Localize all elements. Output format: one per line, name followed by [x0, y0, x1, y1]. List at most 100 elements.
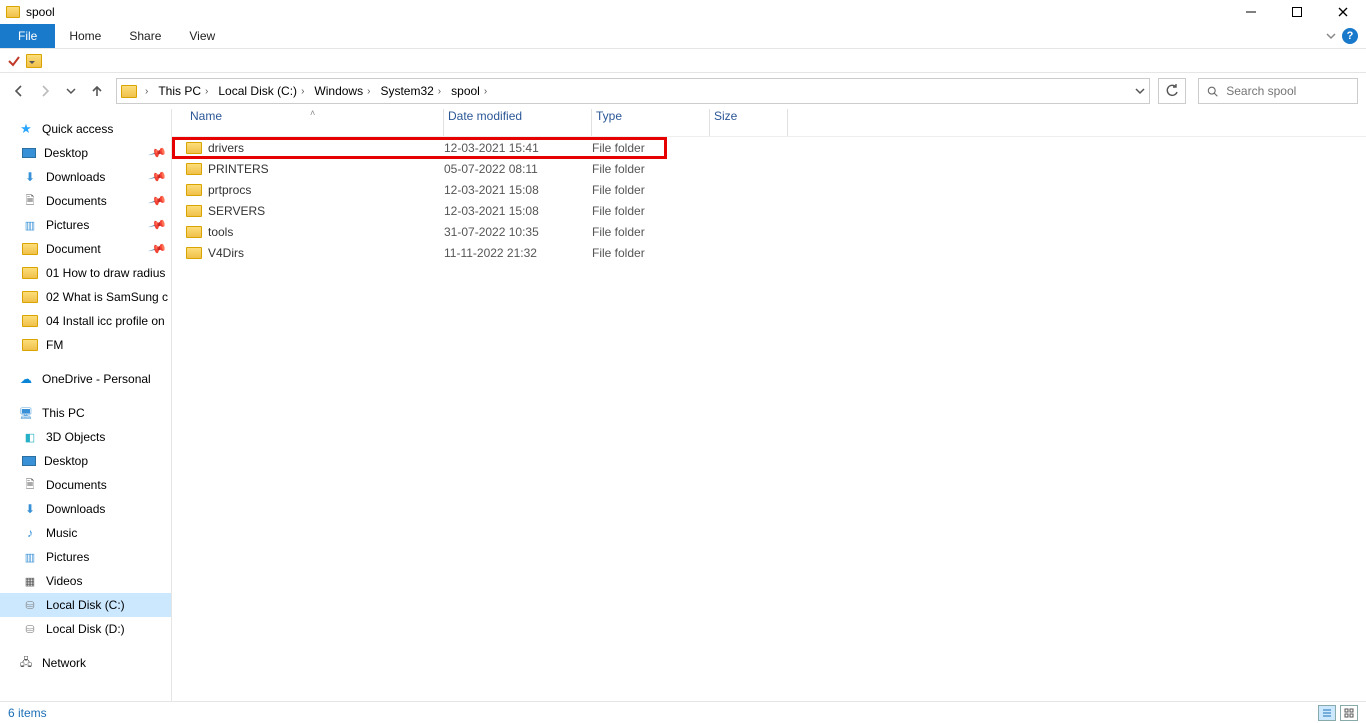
- sidebar-quick-access[interactable]: ★Quick access: [0, 117, 171, 141]
- list-item[interactable]: drivers12-03-2021 15:41File folder: [172, 137, 1366, 158]
- column-header-name[interactable]: Name ˄: [186, 109, 444, 136]
- list-item[interactable]: PRINTERS05-07-2022 08:11File folder: [172, 158, 1366, 179]
- sidebar-item-3d-objects[interactable]: 3D Objects: [0, 425, 171, 449]
- ribbon-collapse-icon[interactable]: [1326, 31, 1336, 41]
- breadcrumb-item[interactable]: Windows›: [312, 82, 374, 100]
- folder-icon: [186, 142, 202, 154]
- file-list: Name ˄ Date modified Type Size drivers 12…: [172, 109, 1366, 701]
- folder-icon: [186, 205, 202, 217]
- sidebar-this-pc[interactable]: This PC: [0, 401, 171, 425]
- sidebar-item-documents[interactable]: Documents📌: [0, 189, 171, 213]
- folder-icon: [186, 184, 202, 196]
- close-button[interactable]: [1320, 0, 1366, 24]
- breadcrumb-item[interactable]: Local Disk (C:)›: [216, 82, 308, 100]
- maximize-button[interactable]: [1274, 0, 1320, 24]
- breadcrumb-item[interactable]: spool›: [449, 82, 491, 100]
- column-headers: Name ˄ Date modified Type Size: [172, 109, 1366, 137]
- column-header-date[interactable]: Date modified: [444, 109, 592, 136]
- item-date: 11-11-2022 21:32: [444, 246, 592, 260]
- cloud-icon: [18, 372, 34, 386]
- objects-3d-icon: [22, 430, 38, 444]
- ribbon-tab-share[interactable]: Share: [115, 24, 175, 48]
- nav-forward-button[interactable]: [34, 76, 56, 106]
- item-type: File folder: [592, 162, 710, 176]
- item-name: SERVERS: [208, 204, 265, 218]
- nav-recent-dropdown[interactable]: [60, 76, 82, 106]
- sidebar-item-recent[interactable]: 04 Install icc profile on: [0, 309, 171, 333]
- sidebar-network[interactable]: Network: [0, 651, 171, 675]
- qat-properties-icon[interactable]: [6, 53, 22, 69]
- sidebar-item-local-disk-d[interactable]: Local Disk (D:): [0, 617, 171, 641]
- item-date: 12-03-2021 15:08: [444, 183, 592, 197]
- list-item[interactable]: tools31-07-2022 10:35File folder: [172, 221, 1366, 242]
- sidebar-item-recent[interactable]: 01 How to draw radius: [0, 261, 171, 285]
- qat-newfolder-icon[interactable]: [26, 54, 42, 68]
- navigation-pane: ★Quick access Desktop📌 Downloads📌 Docume…: [0, 109, 172, 701]
- item-date: 12-03-2021 15:41: [444, 141, 592, 155]
- item-type: File folder: [592, 225, 710, 239]
- sidebar-onedrive[interactable]: OneDrive - Personal: [0, 367, 171, 391]
- sidebar-item-music[interactable]: Music: [0, 521, 171, 545]
- sidebar-item-document-folder[interactable]: Document📌: [0, 237, 171, 261]
- breadcrumb-item[interactable]: This PC›: [156, 82, 212, 100]
- breadcrumb-root-chevron[interactable]: ›: [141, 84, 152, 99]
- help-icon[interactable]: ?: [1342, 28, 1358, 44]
- sidebar-item-downloads[interactable]: Downloads: [0, 497, 171, 521]
- folder-icon: [186, 226, 202, 238]
- search-box[interactable]: [1198, 78, 1358, 104]
- list-item[interactable]: V4Dirs11-11-2022 21:32File folder: [172, 242, 1366, 263]
- sidebar-item-pictures[interactable]: Pictures📌: [0, 213, 171, 237]
- breadcrumb-item[interactable]: System32›: [378, 82, 445, 100]
- list-item[interactable]: prtprocs12-03-2021 15:08File folder: [172, 179, 1366, 200]
- sidebar-item-recent[interactable]: FM: [0, 333, 171, 357]
- address-history-dropdown[interactable]: [1135, 86, 1145, 96]
- sidebar-item-recent[interactable]: 02 What is SamSung c: [0, 285, 171, 309]
- item-date: 12-03-2021 15:08: [444, 204, 592, 218]
- music-icon: [22, 526, 38, 540]
- download-icon: [22, 502, 38, 516]
- video-icon: [22, 574, 38, 588]
- list-item[interactable]: SERVERS 12-03-2021 15:08File folder: [172, 200, 1366, 221]
- pin-icon: 📌: [148, 215, 168, 235]
- column-header-size[interactable]: Size: [710, 109, 788, 136]
- minimize-button[interactable]: [1228, 0, 1274, 24]
- status-bar: 6 items: [0, 701, 1366, 723]
- window-folder-icon: [6, 6, 20, 18]
- nav-back-button[interactable]: [8, 76, 30, 106]
- item-name: V4Dirs: [208, 246, 244, 260]
- ribbon-tab-file[interactable]: File: [0, 24, 55, 48]
- star-icon: ★: [18, 122, 34, 136]
- search-input[interactable]: [1226, 84, 1349, 98]
- pin-icon: 📌: [148, 143, 168, 163]
- sidebar-item-desktop[interactable]: Desktop📌: [0, 141, 171, 165]
- refresh-button[interactable]: [1158, 78, 1186, 104]
- download-icon: [22, 170, 38, 184]
- sidebar-item-pictures[interactable]: Pictures: [0, 545, 171, 569]
- sidebar-item-videos[interactable]: Videos: [0, 569, 171, 593]
- folder-icon: [186, 247, 202, 259]
- folder-icon: [22, 339, 38, 351]
- sidebar-item-documents[interactable]: Documents: [0, 473, 171, 497]
- column-header-type[interactable]: Type: [592, 109, 710, 136]
- sidebar-item-downloads[interactable]: Downloads📌: [0, 165, 171, 189]
- sidebar-item-desktop[interactable]: Desktop: [0, 449, 171, 473]
- drive-icon: [22, 598, 38, 612]
- address-bar[interactable]: › This PC› Local Disk (C:)› Windows› Sys…: [116, 78, 1150, 104]
- pictures-icon: [22, 550, 38, 564]
- sort-caret-icon: ˄: [310, 108, 315, 118]
- nav-up-button[interactable]: [86, 76, 108, 106]
- status-item-count: 6 items: [8, 706, 47, 720]
- folder-icon: [186, 163, 202, 175]
- desktop-icon: [22, 456, 36, 466]
- item-name: drivers: [208, 141, 244, 155]
- view-details-button[interactable]: [1318, 705, 1336, 721]
- item-type: File folder: [592, 204, 710, 218]
- document-icon: [22, 478, 38, 492]
- address-folder-icon: [121, 85, 137, 98]
- sidebar-item-local-disk-c[interactable]: Local Disk (C:): [0, 593, 171, 617]
- view-large-icons-button[interactable]: [1340, 705, 1358, 721]
- ribbon-tab-view[interactable]: View: [175, 24, 229, 48]
- pc-icon: [18, 406, 34, 420]
- ribbon-tab-home[interactable]: Home: [55, 24, 115, 48]
- folder-icon: [22, 315, 38, 327]
